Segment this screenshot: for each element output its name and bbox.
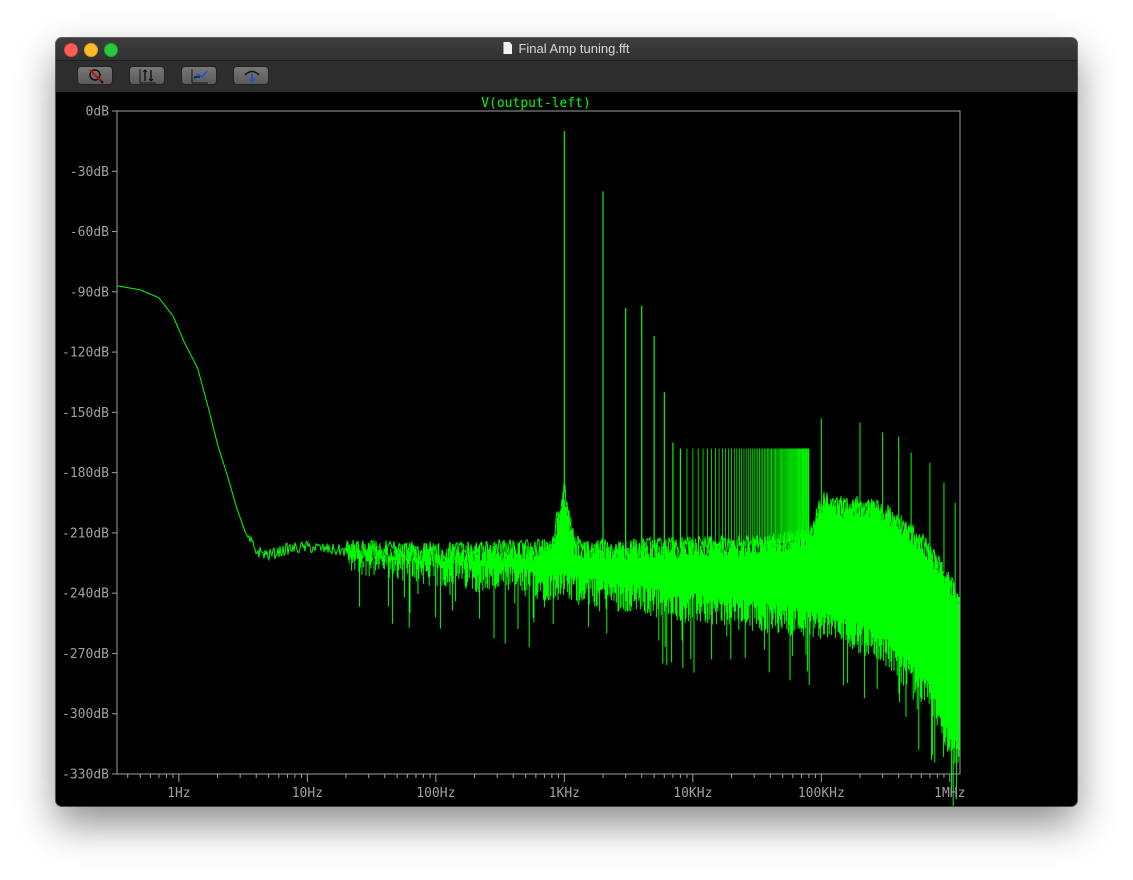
y-tick-label: -330dB [62,768,109,783]
x-tick-label: 1MHz [934,786,965,801]
autorange-x-button[interactable] [181,66,217,85]
window-title-area: Final Amp tuning.fft [56,38,1077,60]
x-tick-label: 100KHz [798,786,845,801]
y-tick-label: 0dB [86,105,110,120]
y-tick-label: -300dB [62,707,109,722]
autorange-y-button[interactable] [129,66,165,85]
window-title: Final Amp tuning.fft [518,41,630,56]
y-tick-label: -120dB [62,346,109,361]
plot-frame [116,110,961,775]
toolbar [56,61,1077,92]
app-window: Final Amp tuning.fft V(output-left) 0dB … [56,38,1077,806]
zoom-cancel-icon [89,69,104,84]
y-tick-label: -150dB [62,406,109,421]
document-icon [503,42,513,54]
x-tick-label: 1Hz [167,786,190,801]
x-tick-label: 100Hz [416,786,455,801]
chart-title: V(output-left) [481,96,591,111]
trace-layer [116,131,961,806]
y-tick-label: -240dB [62,587,109,602]
plot-pane[interactable]: V(output-left) 0dB -30dB -60dB -90dB -120dB -… [56,92,1077,806]
title-bar[interactable]: Final Amp tuning.fft [56,38,1077,61]
y-tick-label: -60dB [70,225,109,240]
y-tick-label: -30dB [70,165,109,180]
y-tick-label: -180dB [62,466,109,481]
noise-band [346,492,961,806]
y-tick-label: -90dB [70,285,109,300]
y-tick-label: -270dB [62,647,109,662]
pick-visible-traces-button[interactable] [233,66,269,85]
fft-chart: V(output-left) 0dB -30dB -60dB -90dB -120dB -… [62,96,965,806]
x-tick-label: 1KHz [549,786,580,801]
y-tick-label: -210dB [62,526,109,541]
x-tick-label: 10KHz [673,786,712,801]
x-tick-label: 10Hz [292,786,323,801]
autorange-y-icon [139,69,156,84]
axes-layer: 0dB -30dB -60dB -90dB -120dB -150dB -180dB -210… [62,105,965,802]
pick-traces-icon [244,70,260,83]
autorange-x-icon [191,69,208,84]
zoom-cancel-button[interactable] [77,66,113,85]
